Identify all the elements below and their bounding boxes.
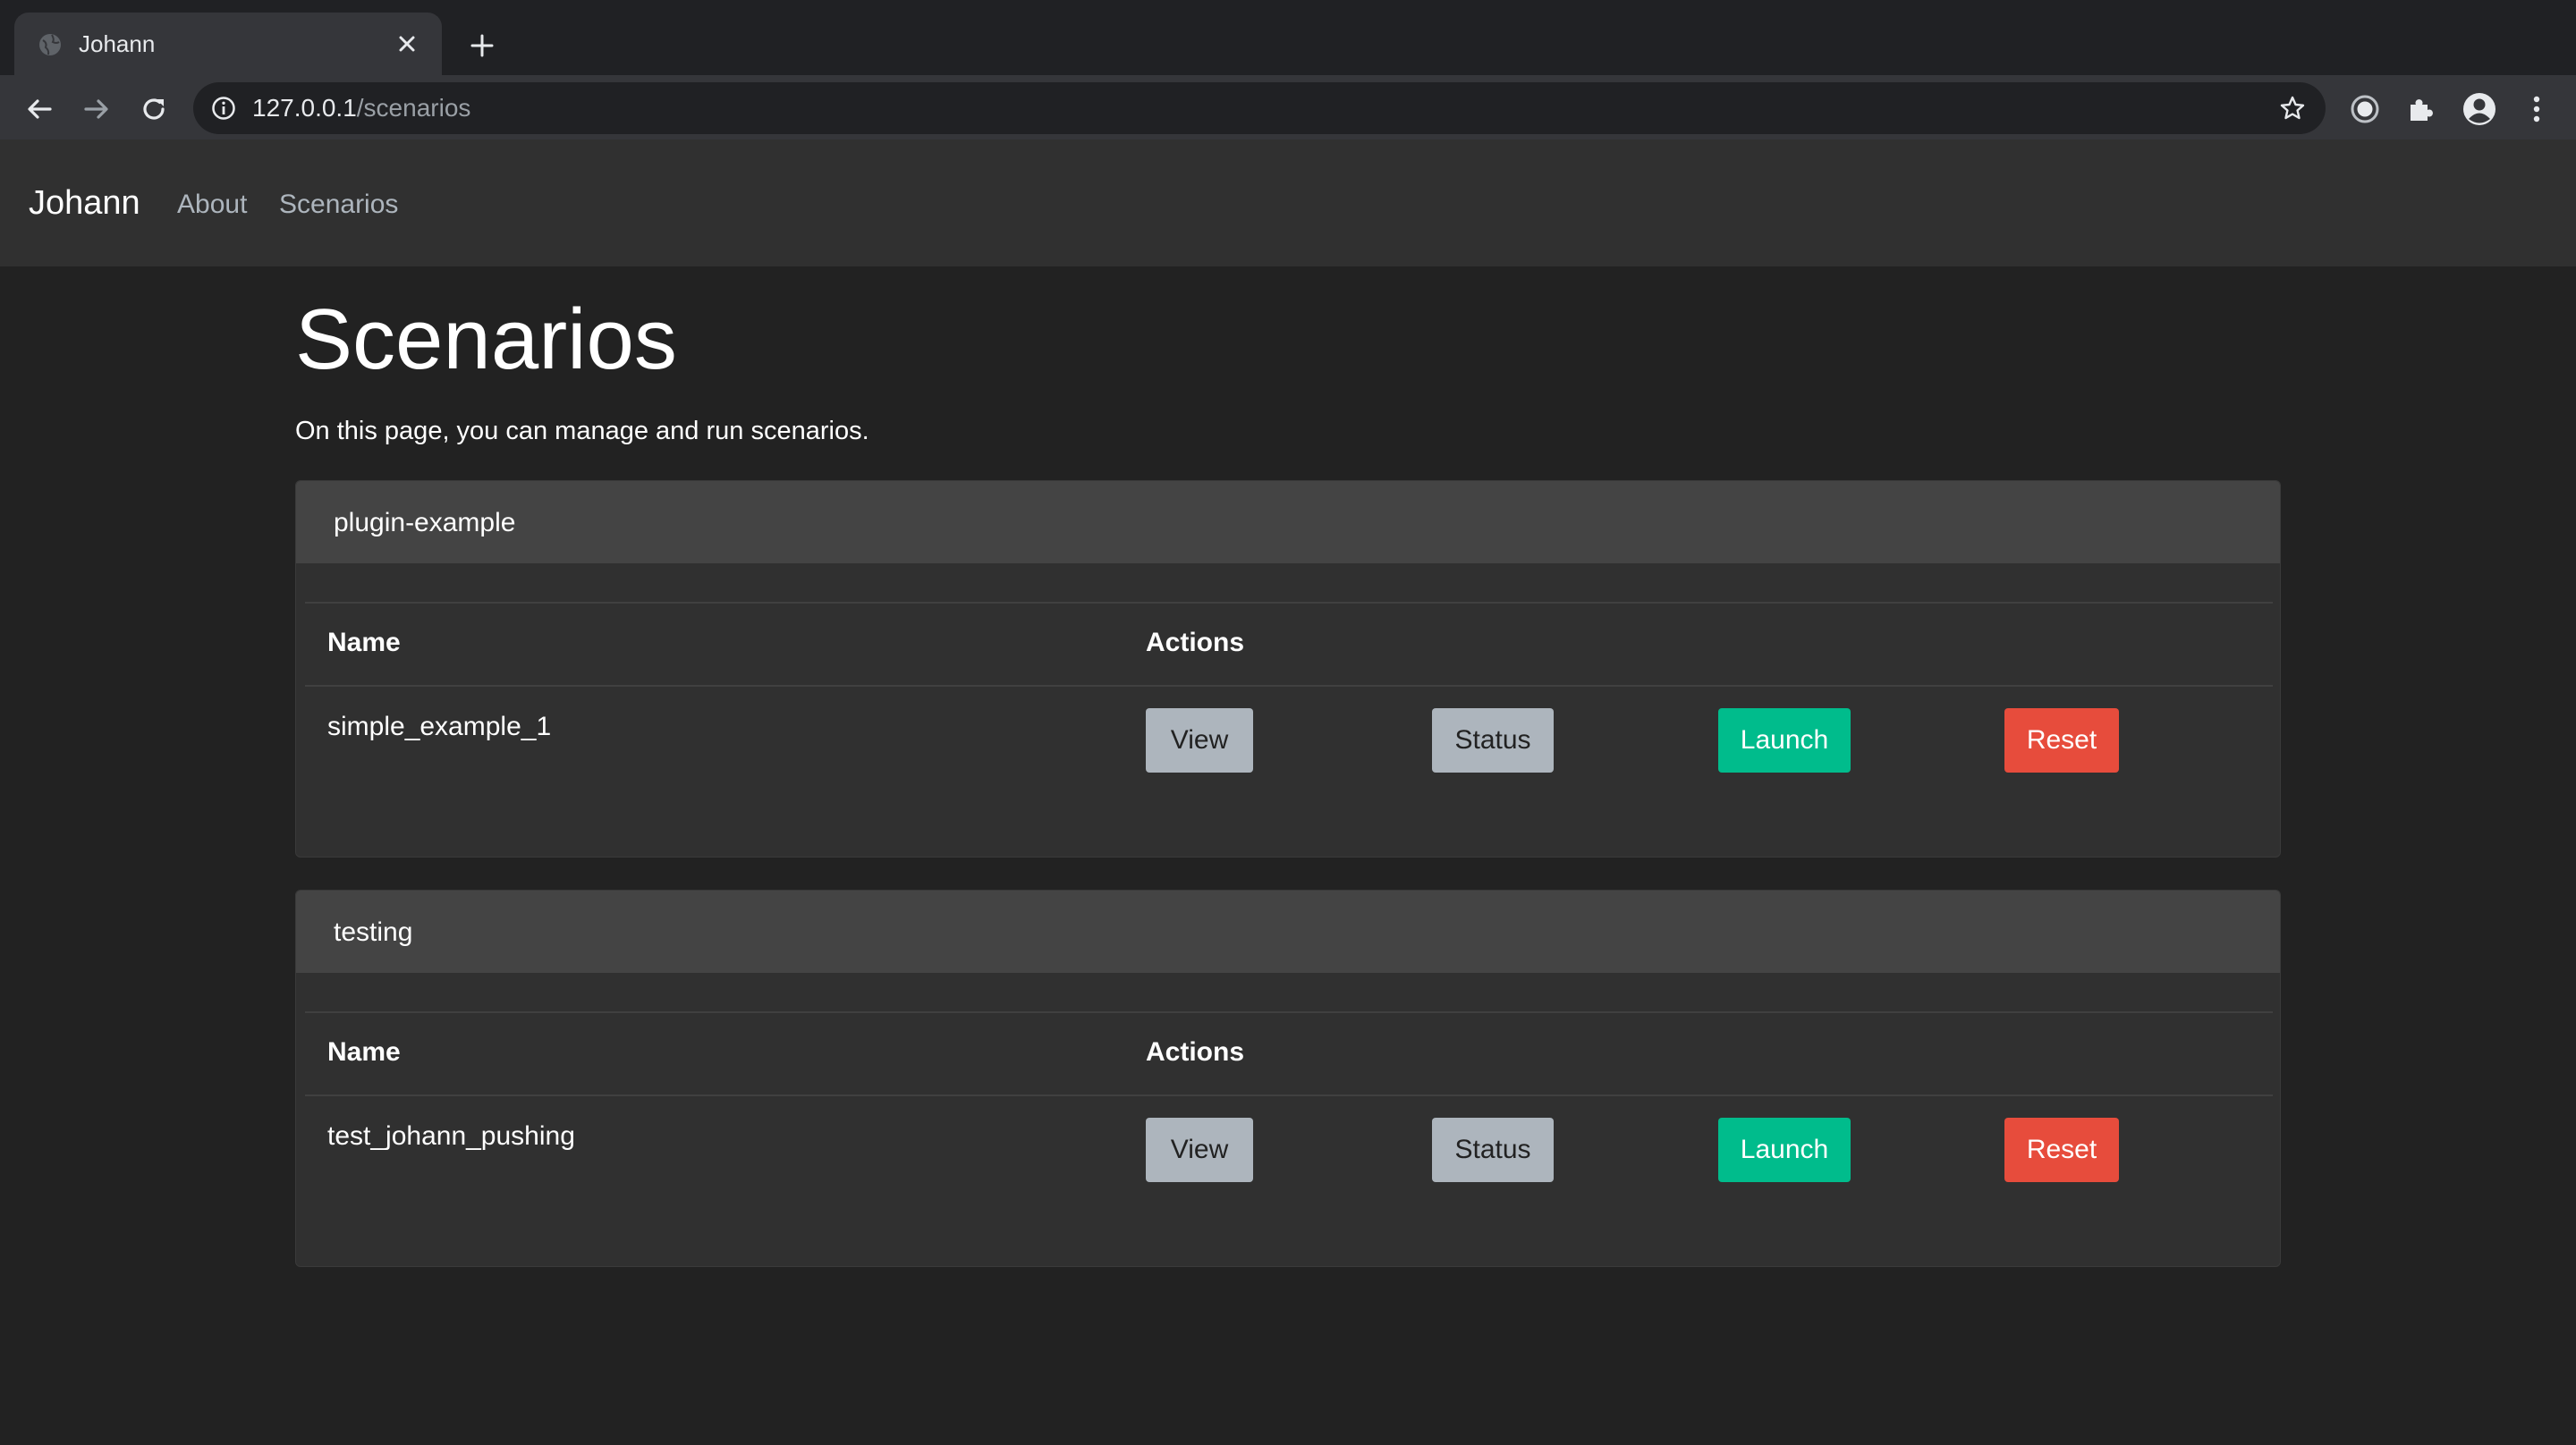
- brand-link[interactable]: Johann: [29, 184, 140, 223]
- table-header-name: Name: [327, 628, 401, 657]
- launch-button[interactable]: Launch: [1718, 1118, 1851, 1182]
- reset-button[interactable]: Reset: [2004, 708, 2119, 773]
- table-divider: [305, 1011, 2273, 1013]
- url-path: /scenarios: [356, 94, 471, 122]
- info-icon[interactable]: [209, 94, 238, 123]
- page-title: Scenarios: [295, 292, 677, 387]
- plus-icon[interactable]: [463, 27, 501, 64]
- scenario-name: test_johann_pushing: [327, 1121, 575, 1151]
- address-bar[interactable]: 127.0.0.1/scenarios: [193, 82, 2326, 134]
- close-icon[interactable]: [394, 30, 420, 57]
- forward-arrow-icon[interactable]: [79, 91, 114, 127]
- view-button[interactable]: View: [1146, 1118, 1253, 1182]
- globe-icon: [38, 32, 63, 57]
- table-header-actions: Actions: [1146, 628, 1245, 657]
- scenario-card: plugin-example Name Actions simple_examp…: [295, 480, 2281, 858]
- table-header-name: Name: [327, 1037, 401, 1067]
- view-button[interactable]: View: [1146, 708, 1253, 773]
- table-divider: [305, 1094, 2273, 1096]
- table-divider: [305, 602, 2273, 604]
- nav-link-about[interactable]: About: [177, 190, 247, 220]
- url-host: 127.0.0.1: [252, 94, 357, 122]
- table-divider: [305, 685, 2273, 687]
- card-header-title: testing: [334, 917, 413, 947]
- launch-button[interactable]: Launch: [1718, 708, 1851, 773]
- page-lead: On this page, you can manage and run sce…: [295, 417, 869, 445]
- card-header-title: plugin-example: [334, 508, 516, 537]
- tab-title: Johann: [79, 30, 156, 57]
- table-header-actions: Actions: [1146, 1037, 1245, 1067]
- url-text[interactable]: 127.0.0.1/scenarios: [252, 94, 470, 123]
- browser-toolbar: 127.0.0.1/scenarios: [0, 75, 2576, 139]
- scenario-name: simple_example_1: [327, 712, 552, 741]
- browser-tabstrip: Johann: [0, 0, 2576, 75]
- kebab-menu-icon[interactable]: [2517, 89, 2556, 129]
- status-button[interactable]: Status: [1432, 1118, 1554, 1182]
- nav-link-scenarios[interactable]: Scenarios: [279, 190, 398, 220]
- card-header: plugin-example: [296, 481, 2280, 563]
- reset-button[interactable]: Reset: [2004, 1118, 2119, 1182]
- browser-tab[interactable]: Johann: [14, 13, 442, 75]
- account-icon[interactable]: [2460, 89, 2499, 129]
- star-icon[interactable]: [2277, 93, 2308, 123]
- puzzle-icon[interactable]: [2401, 89, 2440, 129]
- scenario-card: testing Name Actions test_johann_pushing…: [295, 890, 2281, 1267]
- record-icon[interactable]: [2345, 89, 2385, 129]
- site-navbar: Johann About Scenarios: [0, 139, 2576, 266]
- status-button[interactable]: Status: [1432, 708, 1554, 773]
- card-header: testing: [296, 891, 2280, 973]
- back-arrow-icon[interactable]: [21, 91, 57, 127]
- reload-icon[interactable]: [136, 91, 172, 127]
